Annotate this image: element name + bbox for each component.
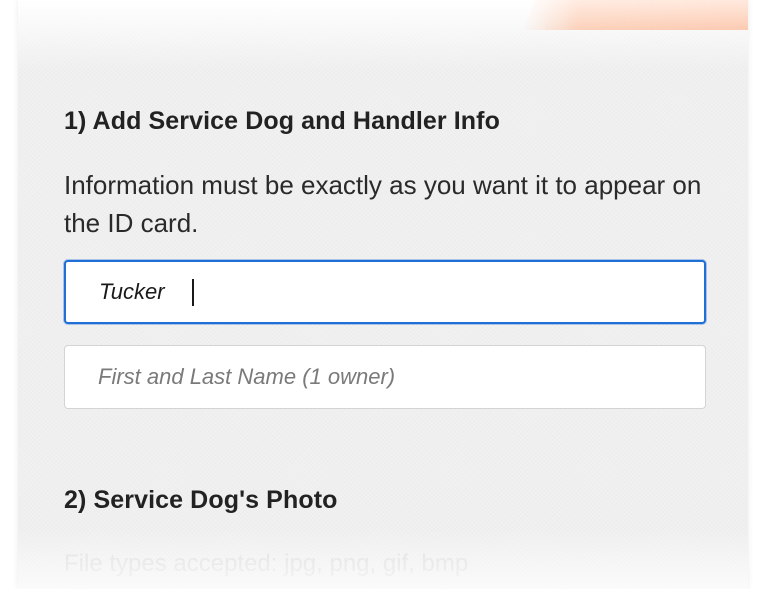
dog-name-input[interactable] (64, 260, 706, 324)
text-cursor (192, 279, 194, 306)
form-panel: 1) Add Service Dog and Handler Info Info… (18, 0, 748, 589)
section-2-title: 2) Service Dog's Photo (64, 486, 338, 514)
section-1-title: 1) Add Service Dog and Handler Info (64, 107, 500, 135)
file-types-note: File types accepted: jpg, png, gif, bmp (64, 550, 469, 577)
accent-tab (523, 0, 748, 30)
section-1-description: Information must be exactly as you want … (64, 170, 702, 238)
owner-name-input[interactable] (64, 345, 706, 409)
